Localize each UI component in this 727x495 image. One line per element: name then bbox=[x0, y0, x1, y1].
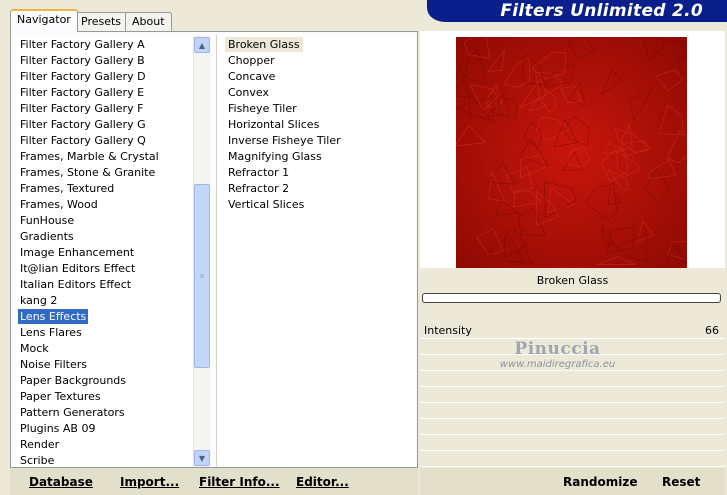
category-item[interactable]: Filter Factory Gallery F bbox=[18, 101, 145, 116]
filter-item[interactable]: Vertical Slices bbox=[225, 197, 307, 212]
progress-bar bbox=[422, 293, 721, 303]
param-row-empty bbox=[420, 339, 725, 355]
filter-item[interactable]: Refractor 2 bbox=[225, 181, 292, 196]
filter-item[interactable]: Convex bbox=[225, 85, 272, 100]
category-item[interactable]: Frames, Stone & Granite bbox=[18, 165, 157, 180]
param-row-empty bbox=[420, 435, 725, 451]
tab-presets[interactable]: Presets bbox=[74, 12, 129, 32]
param-row-empty bbox=[420, 419, 725, 435]
category-item[interactable]: FunHouse bbox=[18, 213, 76, 228]
category-item[interactable]: Image Enhancement bbox=[18, 245, 136, 260]
chevron-down-icon[interactable]: ▼ bbox=[194, 450, 210, 466]
tab-navigator[interactable]: Navigator bbox=[10, 9, 78, 32]
randomize-button[interactable]: Randomize bbox=[563, 473, 637, 491]
app-title: Filters Unlimited 2.0 bbox=[500, 1, 703, 21]
category-item[interactable]: Frames, Wood bbox=[18, 197, 100, 212]
category-item[interactable]: Italian Editors Effect bbox=[18, 277, 133, 292]
category-item[interactable]: Filter Factory Gallery E bbox=[18, 85, 146, 100]
category-item[interactable]: Filter Factory Gallery D bbox=[18, 69, 148, 84]
category-item[interactable]: Gradients bbox=[18, 229, 76, 244]
filter-item[interactable]: Refractor 1 bbox=[225, 165, 292, 180]
import-button[interactable]: Import... bbox=[120, 473, 179, 491]
param-row-empty bbox=[420, 371, 725, 387]
filter-item[interactable]: Chopper bbox=[225, 53, 278, 68]
grip-icon: ≡ bbox=[199, 271, 205, 280]
filters-unlimited-window: Navigator Presets About Filters Unlimite… bbox=[0, 0, 727, 495]
param-row-empty bbox=[420, 403, 725, 419]
category-item[interactable]: Scribe bbox=[18, 453, 56, 467]
chevron-up-icon[interactable]: ▲ bbox=[194, 37, 210, 53]
category-item[interactable]: Pattern Generators bbox=[18, 405, 127, 420]
category-item[interactable]: It@lian Editors Effect bbox=[18, 261, 137, 276]
reset-button[interactable]: Reset bbox=[662, 473, 700, 491]
category-item[interactable]: kang 2 bbox=[18, 293, 59, 308]
category-item[interactable]: Render bbox=[18, 437, 61, 452]
param-value: 66 bbox=[705, 324, 719, 337]
category-item[interactable]: Lens Flares bbox=[18, 325, 84, 340]
category-item[interactable]: Paper Textures bbox=[18, 389, 103, 404]
filter-item[interactable]: Horizontal Slices bbox=[225, 117, 322, 132]
category-item[interactable]: Frames, Marble & Crystal bbox=[18, 149, 161, 164]
editor-button[interactable]: Editor... bbox=[296, 473, 349, 491]
param-row-empty bbox=[420, 355, 725, 371]
category-item[interactable]: Paper Backgrounds bbox=[18, 373, 128, 388]
filter-item[interactable]: Magnifying Glass bbox=[225, 149, 325, 164]
param-row-empty bbox=[420, 451, 725, 467]
selected-filter-name: Broken Glass bbox=[420, 269, 725, 293]
category-item[interactable]: Noise Filters bbox=[18, 357, 89, 372]
filter-item[interactable]: Fisheye Tiler bbox=[225, 101, 300, 116]
category-item[interactable]: Filter Factory Gallery Q bbox=[18, 133, 148, 148]
filter-list[interactable]: Broken Glass Chopper Concave Convex Fisheye … bbox=[216, 35, 416, 467]
filter-item[interactable]: Broken Glass bbox=[225, 37, 303, 52]
preview-image bbox=[456, 37, 687, 268]
database-button[interactable]: Database bbox=[29, 473, 93, 491]
preview-panel: Broken Glass Intensity 66 Pinuccia www.m… bbox=[420, 31, 725, 495]
tab-about[interactable]: About bbox=[125, 12, 172, 32]
category-item[interactable]: Filter Factory Gallery B bbox=[18, 53, 147, 68]
param-row-empty bbox=[420, 387, 725, 403]
param-label: Intensity bbox=[424, 324, 472, 337]
filter-item[interactable]: Inverse Fisheye Tiler bbox=[225, 133, 344, 148]
category-item[interactable]: Lens Effects bbox=[18, 309, 89, 324]
filter-item[interactable]: Concave bbox=[225, 69, 278, 84]
category-item[interactable]: Frames, Textured bbox=[18, 181, 116, 196]
title-banner: Filters Unlimited 2.0 bbox=[427, 0, 727, 22]
category-item[interactable]: Filter Factory Gallery A bbox=[18, 37, 147, 52]
parameter-list: Intensity 66 bbox=[420, 323, 725, 467]
category-list[interactable]: Filter Factory Gallery A Filter Factory G… bbox=[14, 35, 194, 467]
category-item[interactable]: Plugins AB 09 bbox=[18, 421, 97, 436]
category-item[interactable]: Mock bbox=[18, 341, 51, 356]
param-row-intensity[interactable]: Intensity 66 bbox=[420, 323, 725, 339]
category-item[interactable]: Filter Factory Gallery G bbox=[18, 117, 148, 132]
broken-glass-texture bbox=[456, 37, 687, 268]
category-scrollbar[interactable]: ▲ ≡ ▼ bbox=[193, 36, 210, 467]
filter-info-button[interactable]: Filter Info... bbox=[199, 473, 280, 491]
scrollbar-thumb[interactable]: ≡ bbox=[194, 184, 210, 368]
